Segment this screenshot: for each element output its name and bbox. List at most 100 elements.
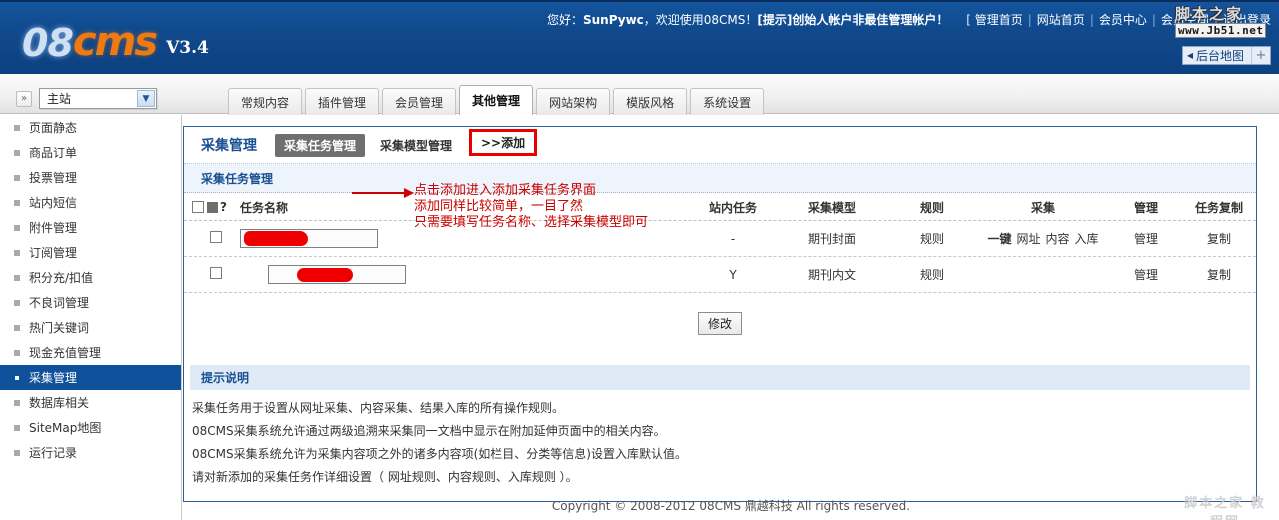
sidebar-item-run-log[interactable]: 运行记录	[0, 440, 181, 465]
sidebar-item-database[interactable]: 数据库相关	[0, 390, 181, 415]
header-rule: 规则	[919, 200, 944, 215]
row-manage-link[interactable]: 管理	[1108, 266, 1184, 283]
header-links: [ 管理首页 | 网站首页 | 会员中心 | 会员空间 | 退出登录	[966, 13, 1271, 27]
tab-plugin-manage[interactable]: 插件管理	[305, 88, 380, 115]
bullet-icon	[14, 299, 20, 306]
top-header-bar: 08 cms V3.4 您好：SunPywc，欢迎使用08CMS！[提示]创始人…	[0, 0, 1279, 74]
tab-system-settings[interactable]: 系统设置	[690, 88, 765, 115]
row-rule-link[interactable]: 规则	[886, 266, 978, 283]
subtab-collect-task[interactable]: 采集任务管理	[275, 133, 366, 157]
left-arrow-icon: ◀	[1186, 51, 1193, 60]
sidebar-item-label: 投票管理	[29, 171, 78, 185]
bullet-icon	[14, 224, 20, 231]
bullet-icon	[14, 249, 20, 256]
sidebar-item-attachment[interactable]: 附件管理	[0, 215, 181, 240]
sidebar-item-goods-order[interactable]: 商品订单	[0, 140, 181, 165]
row-rule-link[interactable]: 规则	[886, 230, 978, 247]
site-select-value: 主站	[47, 92, 72, 106]
link-member-space[interactable]: 会员空间	[1161, 13, 1209, 27]
bullet-icon	[14, 149, 20, 156]
bullet-icon	[14, 124, 20, 131]
add-button[interactable]: >>添加	[469, 129, 538, 156]
bullet-icon	[14, 374, 20, 381]
page-title: 采集管理	[201, 138, 257, 154]
annotation-line-3: 只需要填写任务名称、选择采集模型即可	[414, 215, 649, 230]
task-name-input[interactable]	[268, 265, 406, 284]
site-selector-group: » 主站 ▼	[16, 88, 157, 109]
task-name-input[interactable]	[240, 229, 378, 248]
plus-icon[interactable]: +	[1251, 47, 1270, 64]
greeting-prefix: 您好：	[546, 13, 583, 27]
sidebar-item-subscription[interactable]: 订阅管理	[0, 240, 181, 265]
sidebar-item-badword[interactable]: 不良词管理	[0, 290, 181, 315]
header-copy: 任务复制	[1194, 200, 1243, 215]
row-copy-link[interactable]: 复制	[1184, 266, 1254, 283]
sidebar-item-label: 商品订单	[29, 146, 78, 160]
tab-member-manage[interactable]: 会员管理	[382, 88, 457, 115]
one-click-link[interactable]: 一键	[987, 230, 1011, 247]
link-logout[interactable]: 退出登录	[1223, 13, 1271, 27]
sitemap-button[interactable]: ◀ 后台地图 +	[1181, 46, 1271, 65]
annotation-text: 点击添加进入添加采集任务界面 添加同样比较简单，一目了然 只需要填写任务名称、选…	[414, 183, 648, 231]
tab-other-manage[interactable]: 其他管理	[459, 85, 534, 115]
tab-template-style[interactable]: 模版风格	[613, 88, 688, 115]
main-tabs: 常规内容 插件管理 会员管理 其他管理 网站架构 模版风格 系统设置	[228, 85, 767, 115]
row-checkbox[interactable]	[210, 231, 222, 243]
sitemap-text: 后台地图	[1195, 49, 1244, 63]
content-link[interactable]: 内容	[1046, 230, 1070, 247]
link-site-home[interactable]: 网站首页	[1037, 13, 1085, 27]
row-collect-actions: 一键 网址 内容 入库	[978, 230, 1108, 247]
logo-cms-text: cms	[72, 19, 158, 65]
row-checkbox-cell	[184, 267, 228, 282]
bullet-icon	[14, 199, 20, 206]
invert-select-icon[interactable]	[207, 201, 218, 213]
sidebar-item-label: 现金充值管理	[29, 346, 102, 360]
greeting-bar: 您好：SunPywc，欢迎使用08CMS！[提示]创始人帐户非最佳管理帐户！ […	[547, 11, 1271, 28]
panel-header: 采集管理 采集任务管理 采集模型管理	[184, 127, 1256, 164]
sidebar-item-sitemap[interactable]: SiteMap地图	[0, 415, 181, 440]
row-manage-link[interactable]: 管理	[1108, 230, 1184, 247]
bullet-icon	[14, 274, 20, 281]
link-member-center[interactable]: 会员中心	[1099, 13, 1147, 27]
tips-list: 采集任务用于设置从网址采集、内容采集、结果入库的所有操作规则。 08CMS采集系…	[192, 397, 1242, 489]
modify-button[interactable]: 修改	[697, 312, 742, 335]
sidebar-item-vote-manage[interactable]: 投票管理	[0, 165, 181, 190]
version-label: V3.4	[166, 38, 209, 58]
select-all-checkbox[interactable]	[192, 201, 204, 213]
sitemap-button-label: ◀ 后台地图	[1183, 47, 1251, 64]
sidebar-item-cash-recharge[interactable]: 现金充值管理	[0, 340, 181, 365]
row-in-site: Y	[729, 267, 737, 282]
sidebar-item-label: 热门关键词	[29, 321, 90, 335]
bullet-icon	[14, 324, 20, 331]
sidebar-item-points-adjust[interactable]: 积分充/扣值	[0, 265, 181, 290]
chevron-right-icon[interactable]: »	[16, 90, 32, 107]
sidebar-item-hot-keywords[interactable]: 热门关键词	[0, 315, 181, 340]
site-select[interactable]: 主站 ▼	[39, 88, 157, 109]
footer-copyright: Copyright © 2008-2012 08CMS 鼎越科技 All rig…	[551, 499, 911, 513]
row-checkbox[interactable]	[210, 267, 222, 279]
tab-site-structure[interactable]: 网站架构	[536, 88, 611, 115]
store-link[interactable]: 入库	[1075, 230, 1099, 247]
sidebar: 页面静态 商品订单 投票管理 站内短信 附件管理 订阅管理 积分充/扣值 不良词…	[0, 115, 182, 520]
sidebar-item-label: 订阅管理	[29, 246, 78, 260]
sidebar-item-site-message[interactable]: 站内短信	[0, 190, 181, 215]
sidebar-item-page-static[interactable]: 页面静态	[0, 115, 181, 140]
sidebar-item-label: 数据库相关	[29, 396, 90, 410]
row-checkbox-cell	[184, 231, 228, 246]
subtab-collect-model[interactable]: 采集模型管理	[371, 134, 461, 157]
help-question-label: ?	[220, 200, 227, 214]
task-table: ? 任务名称 站内任务 采集模型 规则 采集 管理 任务复制 - 期刊封面 规则…	[184, 194, 1256, 293]
link-admin-home[interactable]: 管理首页	[975, 13, 1023, 27]
url-link[interactable]: 网址	[1016, 230, 1040, 247]
sidebar-item-label: 站内短信	[29, 196, 78, 210]
app-logo: 08 cms V3.4	[22, 22, 209, 62]
app-window: 08 cms V3.4 您好：SunPywc，欢迎使用08CMS！[提示]创始人…	[0, 0, 1279, 520]
row-in-site: -	[730, 231, 736, 246]
sidebar-item-label: 采集管理	[29, 371, 78, 385]
tab-general-content[interactable]: 常规内容	[228, 88, 303, 115]
collect-task-panel: 采集管理 采集任务管理 采集模型管理 采集任务管理 ? 任务名称 站内任务 采集…	[183, 126, 1257, 502]
chevron-down-icon[interactable]: ▼	[137, 90, 155, 107]
sidebar-item-collect-manage[interactable]: 采集管理	[0, 365, 181, 390]
header-in-site: 站内任务	[708, 200, 757, 215]
row-copy-link[interactable]: 复制	[1184, 230, 1254, 247]
